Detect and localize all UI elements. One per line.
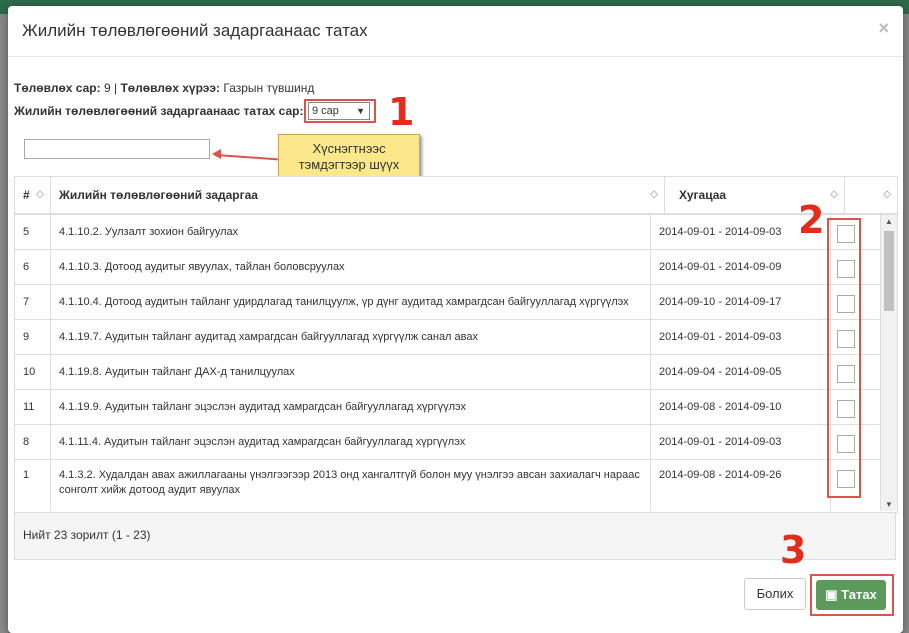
row-period: 2014-09-08 - 2014-09-10	[651, 390, 831, 424]
callout-arrow-head	[212, 149, 221, 159]
row-num: 8	[15, 425, 51, 459]
row-task: 4.1.10.4. Дотоод аудитын тайланг удирдла…	[51, 285, 651, 319]
background-left	[0, 14, 8, 633]
month-value: 9	[103, 81, 111, 95]
callout-arrow	[215, 154, 278, 161]
dropdown-arrow-icon: ▼	[356, 106, 365, 116]
table-scrollbar[interactable]: ▲ ▼	[880, 215, 897, 511]
table-row[interactable]: 10 4.1.19.8. Аудитын тайланг ДАХ-д танил…	[15, 355, 881, 390]
table-header: # ◇ Жилийн төлөвлөгөөний задаргаа ◇ Хуга…	[15, 177, 897, 215]
row-num: 11	[15, 390, 51, 424]
sort-icon: ◇	[830, 189, 838, 200]
row-num: 1	[15, 460, 51, 511]
table-filter-input[interactable]	[24, 139, 210, 159]
scope-value: Газрын түвшинд	[223, 81, 315, 95]
modal-title: Жилийн төлөвлөгөөний задаргаанаас татах	[22, 21, 368, 40]
tasks-table: # ◇ Жилийн төлөвлөгөөний задаргаа ◇ Хуга…	[14, 176, 898, 514]
scroll-thumb[interactable]	[884, 231, 894, 311]
callout-line-1: Хүснэгтнээс	[312, 141, 386, 156]
row-num: 6	[15, 250, 51, 284]
table-body: 5 4.1.10.2. Уулзалт зохион байгуулах 201…	[15, 215, 881, 511]
row-num: 10	[15, 355, 51, 389]
info-separator: |	[114, 81, 118, 95]
table-row[interactable]: 6 4.1.10.3. Дотоод аудитыг явуулах, тайл…	[15, 250, 881, 285]
header-task[interactable]: Жилийн төлөвлөгөөний задаргаа ◇	[51, 177, 665, 213]
save-icon: ▣	[825, 587, 838, 602]
sort-icon: ◇	[650, 189, 658, 200]
table-summary: Нийт 23 зорилт (1 - 23)	[14, 512, 896, 560]
sort-icon: ◇	[36, 189, 44, 200]
step-marker-3: 3	[780, 528, 807, 572]
month-select[interactable]: 9 сар ▼	[308, 102, 370, 120]
table-row[interactable]: 7 4.1.10.4. Дотоод аудитын тайланг удирд…	[15, 285, 881, 320]
modal-footer: 3 Болих ▣ Татах	[8, 528, 903, 633]
row-num: 9	[15, 320, 51, 354]
table-row[interactable]: 9 4.1.19.7. Аудитын тайланг аудитад хамр…	[15, 320, 881, 355]
row-task: 4.1.19.8. Аудитын тайланг ДАХ-д танилцуу…	[51, 355, 651, 389]
table-row[interactable]: 1 4.1.3.2. Худалдан авах ажиллагааны үнэ…	[15, 460, 881, 511]
table-row[interactable]: 11 4.1.19.9. Аудитын тайланг эцэслэн ауд…	[15, 390, 881, 425]
row-period: 2014-09-01 - 2014-09-03	[651, 425, 831, 459]
download-modal: Жилийн төлөвлөгөөний задаргаанаас татах …	[8, 6, 903, 633]
close-icon[interactable]: ×	[878, 18, 889, 39]
download-button-label: Татах	[841, 587, 877, 602]
header-num[interactable]: # ◇	[15, 177, 51, 213]
row-period: 2014-09-10 - 2014-09-17	[651, 285, 831, 319]
table-row[interactable]: 8 4.1.11.4. Аудитын тайланг эцэслэн ауди…	[15, 425, 881, 460]
row-task: 4.1.3.2. Худалдан авах ажиллагааны үнэлг…	[51, 460, 651, 511]
row-task: 4.1.10.2. Уулзалт зохион байгуулах	[51, 215, 651, 249]
row-task: 4.1.19.7. Аудитын тайланг аудитад хамраг…	[51, 320, 651, 354]
row-period: 2014-09-01 - 2014-09-09	[651, 250, 831, 284]
scroll-down-icon[interactable]: ▼	[885, 500, 893, 509]
row-task: 4.1.10.3. Дотоод аудитыг явуулах, тайлан…	[51, 250, 651, 284]
download-button[interactable]: ▣ Татах	[816, 580, 886, 610]
scroll-up-icon[interactable]: ▲	[885, 217, 893, 226]
step-marker-1: 1	[388, 90, 415, 134]
checkbox-column-highlight	[827, 218, 861, 498]
month-select-value: 9 сар	[312, 105, 339, 117]
row-task: 4.1.19.9. Аудитын тайланг эцэслэн аудита…	[51, 390, 651, 424]
callout-line-2: тэмдэгтээр шүүх	[298, 157, 400, 172]
plan-info: Төлөвлөх сар: 9 | Төлөвлөх хүрээ: Газрын…	[14, 81, 314, 95]
row-num: 7	[15, 285, 51, 319]
row-period: 2014-09-08 - 2014-09-26	[651, 460, 831, 511]
row-period: 2014-09-01 - 2014-09-03	[651, 320, 831, 354]
background-right	[903, 14, 909, 633]
row-period: 2014-09-04 - 2014-09-05	[651, 355, 831, 389]
cancel-button[interactable]: Болих	[744, 578, 806, 610]
step-marker-2: 2	[798, 198, 825, 242]
month-select-label: Жилийн төлөвлөгөөний задаргаанаас татах …	[14, 104, 304, 118]
row-num: 5	[15, 215, 51, 249]
modal-header: Жилийн төлөвлөгөөний задаргаанаас татах …	[8, 6, 903, 57]
table-row[interactable]: 5 4.1.10.2. Уулзалт зохион байгуулах 201…	[15, 215, 881, 250]
scope-label: Төлөвлөх хүрээ:	[120, 81, 221, 95]
header-check[interactable]: ◇	[845, 177, 897, 213]
sort-icon: ◇	[883, 189, 891, 200]
row-task: 4.1.11.4. Аудитын тайланг эцэслэн аудита…	[51, 425, 651, 459]
month-label: Төлөвлөх сар:	[14, 81, 101, 95]
